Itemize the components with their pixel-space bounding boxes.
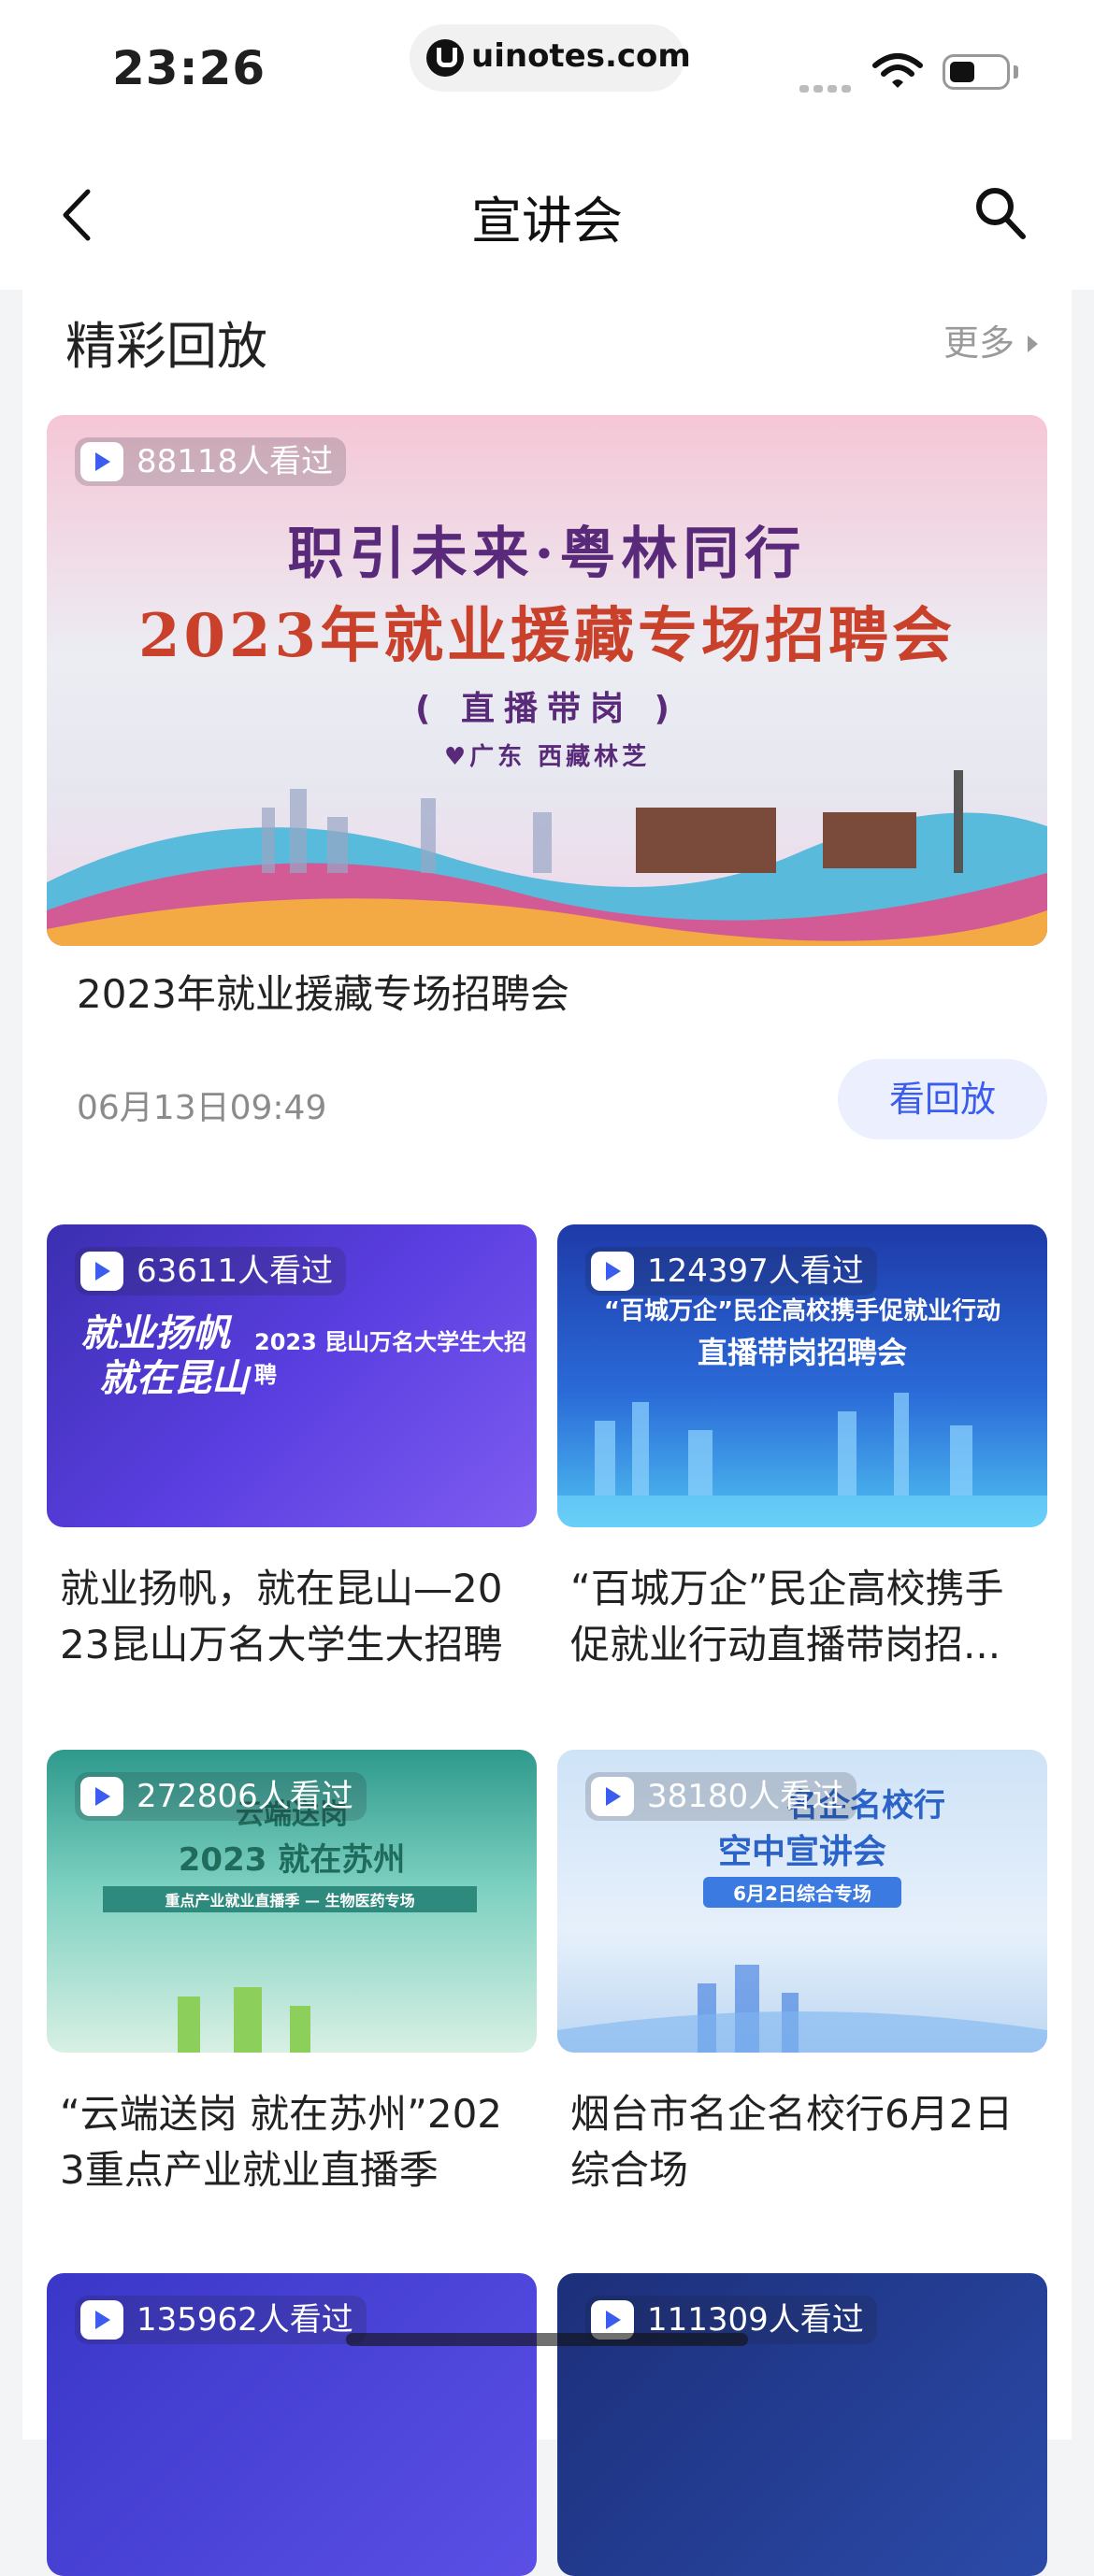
home-indicator xyxy=(346,2333,748,2346)
site-icon xyxy=(426,39,464,77)
video-title-line: “云端送岗 就在苏州”202 xyxy=(60,2091,503,2137)
view-count-badge: 124397人看过 xyxy=(585,1247,877,1295)
video-title-line: 23昆山万名大学生大招聘 xyxy=(60,1622,503,1667)
video-title-line: 促就业行动直播带岗招... xyxy=(570,1622,1001,1667)
video-thumbnail[interactable]: 135962人看过 xyxy=(47,2273,537,2576)
poster-headline: 职引未来·粤林同行 xyxy=(287,522,807,587)
poster-line: 2023 就在苏州 xyxy=(178,1841,406,1879)
view-count: 88118人看过 xyxy=(137,443,334,480)
more-arrow-icon xyxy=(1028,335,1038,352)
play-icon xyxy=(80,2300,123,2340)
watch-replay-button[interactable]: 看回放 xyxy=(838,1059,1047,1139)
poster-waves xyxy=(47,770,1047,946)
more-label: 更多 xyxy=(943,322,1015,364)
video-thumbnail[interactable]: 111309人看过 xyxy=(557,2273,1047,2576)
play-icon xyxy=(80,1777,123,1816)
page-title: 宣讲会 xyxy=(471,192,623,250)
featured-thumbnail[interactable]: 职引未来·粤林同行 2023年就业援藏专场招聘会 ( 直播带岗 ) ♥广东 西藏… xyxy=(47,415,1047,946)
view-count: 63611人看过 xyxy=(137,1252,334,1290)
poster-location: ♥广东 西藏林芝 xyxy=(443,743,651,771)
video-thumbnail[interactable]: 就业扬帆 就在昆山 2023 昆山万名大学生大招聘 63611人看过 xyxy=(47,1224,537,1527)
video-title[interactable]: “百城万企”民企高校携手 促就业行动直播带岗招... xyxy=(570,1561,1047,1673)
video-title[interactable]: “云端送岗 就在苏州”202 3重点产业就业直播季 xyxy=(60,2086,537,2198)
status-time: 23:26 xyxy=(112,41,266,95)
search-icon[interactable] xyxy=(972,182,1029,242)
url-text: uinotes.com xyxy=(471,37,691,75)
video-thumbnail[interactable]: 名企名校行 空中宣讲会 6月2日综合专场 38180人看过 xyxy=(557,1750,1047,2053)
section-title: 精彩回放 xyxy=(65,317,267,376)
poster-line: “百城万企”民企高校携手促就业行动 xyxy=(603,1297,1001,1325)
poster-skyline xyxy=(178,1987,310,2053)
video-title-line: “百城万企”民企高校携手 xyxy=(570,1566,1004,1611)
cellular-signal-icon xyxy=(799,79,856,93)
view-count-badge: 38180人看过 xyxy=(585,1772,857,1821)
featured-date: 06月13日09:49 xyxy=(77,1089,327,1127)
video-title-line: 就业扬帆，就在昆山—20 xyxy=(60,1566,503,1611)
poster-line: 2023 昆山万名大学生大招聘 xyxy=(254,1329,527,1388)
view-count-badge: 88118人看过 xyxy=(75,437,347,486)
play-icon xyxy=(591,1777,634,1816)
video-title-line: 综合场 xyxy=(570,2147,689,2193)
video-title[interactable]: 就业扬帆，就在昆山—20 23昆山万名大学生大招聘 xyxy=(60,1561,537,1673)
video-thumbnail[interactable]: “百城万企”民企高校携手促就业行动 直播带岗招聘会 124397人看过 xyxy=(557,1224,1047,1527)
play-icon xyxy=(80,442,123,481)
battery-tip xyxy=(1014,65,1018,79)
play-icon xyxy=(80,1252,123,1291)
view-count-badge: 272806人看过 xyxy=(75,1772,367,1821)
view-count: 124397人看过 xyxy=(647,1252,864,1290)
poster-line: 直播带岗招聘会 xyxy=(697,1335,907,1370)
status-bar: 23:26 uinotes.com xyxy=(0,0,1094,140)
poster-skyline xyxy=(557,1965,1047,2053)
wifi-icon xyxy=(872,53,923,88)
view-count: 38180人看过 xyxy=(647,1778,844,1815)
view-count: 272806人看过 xyxy=(137,1778,353,1815)
featured-title[interactable]: 2023年就业援藏专场招聘会 xyxy=(77,966,569,1023)
view-count-badge: 135962人看过 xyxy=(75,2296,367,2344)
video-thumbnail[interactable]: 云端送岗 2023 就在苏州 重点产业就业直播季 — 生物医药专场 272806… xyxy=(47,1750,537,2053)
replay-section: 精彩回放 更多 职引未来·粤林同行 2023年就业援藏专场招聘会 ( 直播带岗 … xyxy=(22,290,1072,2576)
video-title-line: 烟台市名企名校行6月2日 xyxy=(570,2091,1014,2137)
nav-bar: 宣讲会 xyxy=(0,140,1094,290)
view-count: 135962人看过 xyxy=(137,2301,353,2339)
battery-icon xyxy=(943,54,1010,90)
poster-line: 重点产业就业直播季 — 生物医药专场 xyxy=(103,1886,477,1912)
video-title[interactable]: 烟台市名企名校行6月2日 综合场 xyxy=(570,2086,1047,2198)
more-link[interactable]: 更多 xyxy=(943,314,1038,365)
view-count-badge: 63611人看过 xyxy=(75,1247,347,1295)
url-pill[interactable]: uinotes.com xyxy=(410,24,691,92)
poster-title: 2023年就业援藏专场招聘会 xyxy=(137,601,957,671)
poster-line: 空中宣讲会 xyxy=(717,1833,886,1871)
poster-line: 就在昆山 xyxy=(99,1357,249,1400)
poster-skyline xyxy=(557,1393,1047,1527)
video-title-line: 3重点产业就业直播季 xyxy=(60,2147,439,2193)
play-icon xyxy=(591,1252,634,1291)
poster-line: 6月2日综合专场 xyxy=(703,1877,901,1908)
poster-subtitle: ( 直播带岗 ) xyxy=(415,690,679,728)
